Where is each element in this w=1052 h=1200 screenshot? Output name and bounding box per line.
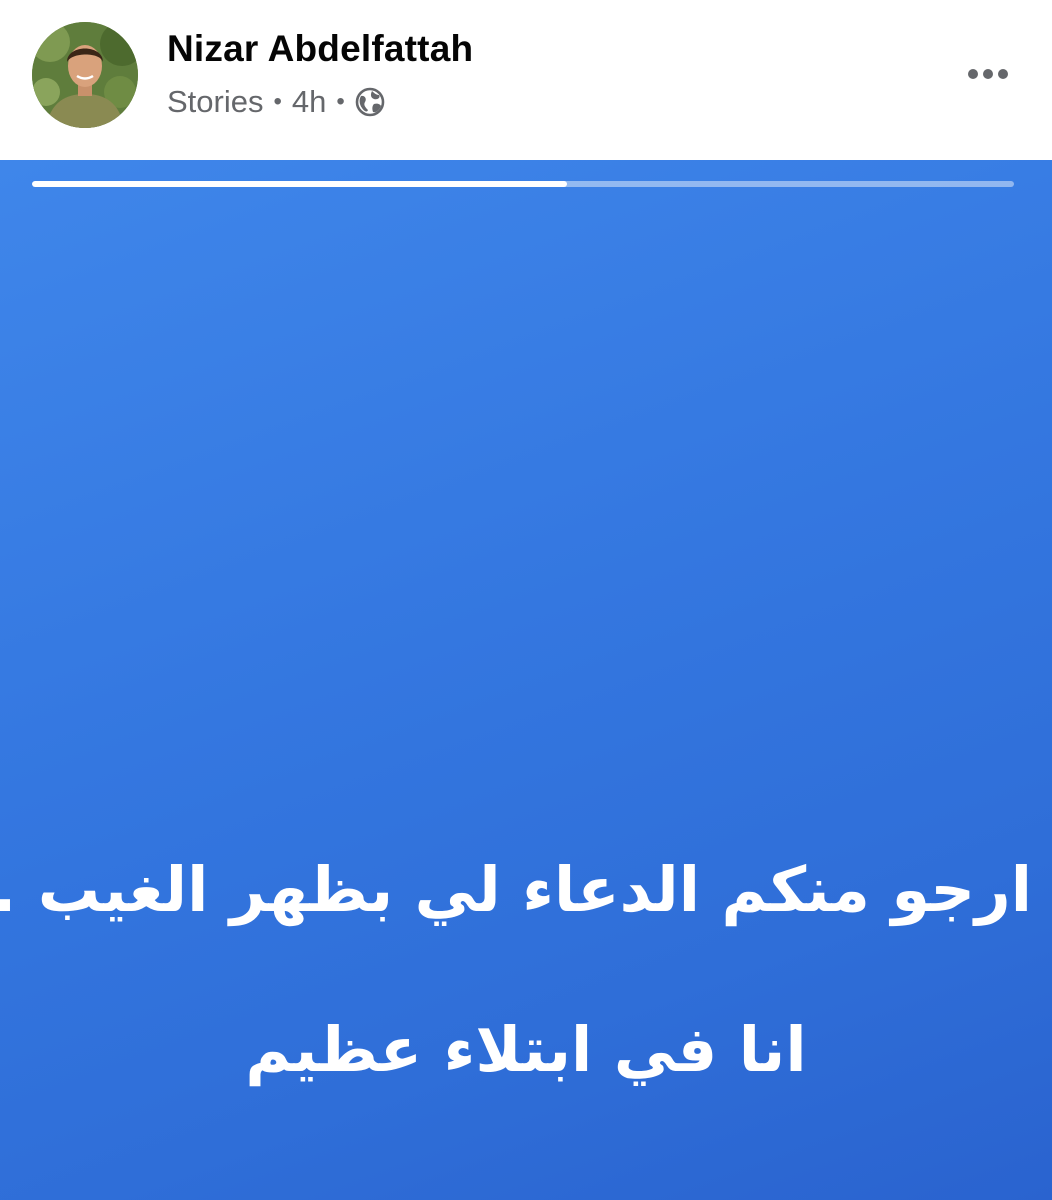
more-horizontal-icon (968, 69, 978, 79)
story-progress-fill (32, 181, 568, 187)
globe-icon (355, 87, 385, 117)
story-text: ارجو منكم الدعاء لي بظهر الغيب ... انا ف… (0, 810, 1032, 1130)
timestamp[interactable]: 4h (292, 84, 326, 120)
source-label[interactable]: Stories (167, 84, 263, 120)
story-text-line: انا في ابتلاء عظيم (245, 1013, 807, 1086)
meta-separator: • (273, 88, 282, 115)
more-options-button[interactable] (952, 52, 1024, 96)
post-header: Nizar Abdelfattah Stories • 4h • (0, 0, 1052, 160)
post-meta: Stories • 4h • (167, 82, 385, 122)
author-name[interactable]: Nizar Abdelfattah (167, 28, 473, 70)
author-avatar[interactable] (32, 22, 138, 128)
story-text-line: ارجو منكم الدعاء لي بظهر الغيب ... (0, 853, 1032, 926)
meta-separator: • (336, 88, 345, 115)
story-card[interactable]: ارجو منكم الدعاء لي بظهر الغيب ... انا ف… (0, 160, 1052, 1200)
story-progress-bar (32, 181, 1014, 187)
